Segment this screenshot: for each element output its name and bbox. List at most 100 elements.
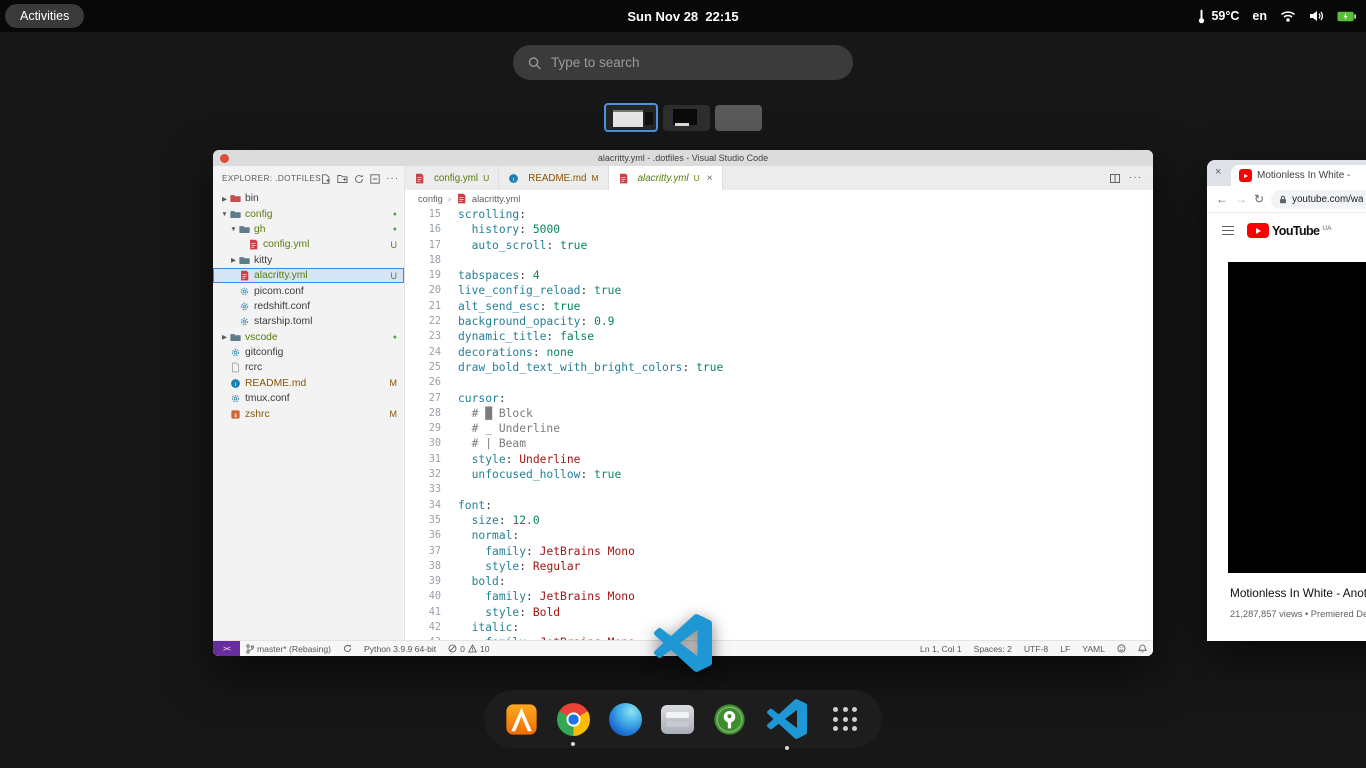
tree-item-rcrc[interactable]: rcrc bbox=[213, 360, 404, 375]
yaml-icon bbox=[239, 270, 250, 281]
code-line: 42 italic: bbox=[405, 620, 1153, 635]
youtube-country-badge: UA bbox=[1322, 225, 1331, 232]
git-branch-status[interactable]: master* (Rebasing) bbox=[240, 644, 337, 654]
tab-close-icon[interactable]: × bbox=[707, 173, 713, 184]
sync-button[interactable] bbox=[337, 644, 358, 653]
tree-item-redshift.conf[interactable]: redshift.conf bbox=[213, 299, 404, 314]
git-status-badge: ● bbox=[393, 334, 404, 341]
tree-item-label: gh bbox=[254, 224, 265, 235]
back-icon[interactable]: ← bbox=[1216, 192, 1228, 206]
editor-tab-README.md[interactable]: iREADME.mdM bbox=[499, 166, 608, 190]
tree-item-kitty[interactable]: ▶kitty bbox=[213, 253, 404, 268]
gear-icon bbox=[239, 316, 250, 327]
workspace-thumbnail[interactable] bbox=[663, 105, 710, 131]
shell-icon: $ bbox=[230, 409, 241, 420]
code-line: 16 history: 5000 bbox=[405, 222, 1153, 237]
breadcrumb-folder[interactable]: config bbox=[418, 194, 443, 204]
collapse-all-icon[interactable] bbox=[370, 174, 380, 184]
tree-item-label: gitconfig bbox=[245, 347, 283, 358]
workspace-window-preview bbox=[645, 112, 653, 125]
tree-item-gh[interactable]: ▼gh● bbox=[213, 222, 404, 237]
svg-text:$: $ bbox=[234, 413, 237, 419]
encoding-status[interactable]: UTF-8 bbox=[1018, 644, 1054, 654]
code-line: 40 family: JetBrains Mono bbox=[405, 589, 1153, 604]
editor-tab-config.yml[interactable]: config.ymlU bbox=[405, 166, 499, 190]
youtube-logo[interactable]: YouTube UA bbox=[1247, 223, 1331, 238]
workspace-thumbnail-active[interactable] bbox=[604, 103, 658, 132]
explorer-header: EXPLORER: .DOTFILES bbox=[222, 174, 321, 183]
tree-item-config.yml[interactable]: config.ymlU bbox=[213, 237, 404, 252]
dock-app-chrome[interactable] bbox=[554, 700, 592, 738]
window-close-button[interactable] bbox=[220, 154, 229, 163]
wifi-icon bbox=[1280, 10, 1296, 22]
gear-icon bbox=[230, 347, 241, 358]
chrome-window[interactable]: × Motionless In White - × ← → ↻ youtube.… bbox=[1207, 160, 1366, 641]
editor-more-actions-icon[interactable]: ··· bbox=[1129, 175, 1142, 181]
refresh-icon[interactable] bbox=[354, 174, 364, 184]
python-interpreter-status[interactable]: Python 3.9.9 64-bit bbox=[358, 644, 442, 654]
breadcrumb-file[interactable]: alacritty.yml bbox=[472, 194, 520, 204]
video-player[interactable] bbox=[1228, 262, 1366, 573]
system-status-area[interactable]: 59°C en bbox=[1197, 0, 1356, 32]
tree-item-gitconfig[interactable]: gitconfig bbox=[213, 345, 404, 360]
code-line: 33 bbox=[405, 482, 1153, 497]
chevron-right-icon[interactable]: ▶ bbox=[219, 333, 230, 341]
reload-icon[interactable]: ↻ bbox=[1254, 192, 1264, 206]
tree-item-alacritty.yml[interactable]: alacritty.ymlU bbox=[213, 268, 404, 283]
new-file-icon[interactable] bbox=[321, 174, 331, 184]
tree-item-starship.toml[interactable]: starship.toml bbox=[213, 314, 404, 329]
clock[interactable]: Sun Nov 28 22:15 bbox=[0, 0, 1366, 32]
search-input[interactable] bbox=[551, 55, 838, 70]
search-icon bbox=[528, 56, 541, 70]
dock-app-files[interactable] bbox=[658, 700, 696, 738]
code-line: 19tabspaces: 4 bbox=[405, 268, 1153, 283]
dock-app-keepassxc[interactable] bbox=[710, 700, 748, 738]
dock-app-edge[interactable] bbox=[606, 700, 644, 738]
chevron-down-icon[interactable]: ▼ bbox=[228, 226, 239, 233]
editor-tab-alacritty.yml[interactable]: alacritty.ymlU× bbox=[609, 166, 723, 190]
problems-status[interactable]: 0 10 bbox=[442, 644, 495, 654]
address-bar[interactable]: youtube.com/wa bbox=[1271, 190, 1366, 209]
feedback-button[interactable] bbox=[1111, 644, 1132, 653]
tree-item-vscode[interactable]: ▶vscode● bbox=[213, 330, 404, 345]
tree-item-picom.conf[interactable]: picom.conf bbox=[213, 283, 404, 298]
chevron-down-icon[interactable]: ▼ bbox=[219, 211, 230, 218]
dock-app-alacritty[interactable] bbox=[502, 700, 540, 738]
thermometer-icon bbox=[1197, 9, 1206, 24]
split-editor-icon[interactable] bbox=[1110, 174, 1120, 183]
more-actions-icon[interactable]: ··· bbox=[386, 176, 399, 182]
remote-indicator[interactable]: >< bbox=[213, 641, 240, 656]
tree-item-README.md[interactable]: iREADME.mdM bbox=[213, 376, 404, 391]
hamburger-menu-icon[interactable] bbox=[1222, 226, 1234, 236]
workspace-thumbnail-empty[interactable] bbox=[715, 105, 762, 131]
top-bar: Activities Sun Nov 28 22:15 59°C en bbox=[0, 0, 1366, 32]
dock-app-app-grid[interactable] bbox=[826, 700, 864, 738]
eol-status[interactable]: LF bbox=[1054, 644, 1076, 654]
chevron-right-icon[interactable]: ▶ bbox=[219, 195, 230, 203]
forward-icon[interactable]: → bbox=[1235, 192, 1247, 206]
info-icon: i bbox=[508, 173, 519, 184]
new-folder-icon[interactable] bbox=[337, 174, 348, 184]
tree-item-config[interactable]: ▼config● bbox=[213, 206, 404, 221]
tree-item-bin[interactable]: ▶bin bbox=[213, 191, 404, 206]
editor-lines[interactable]: 15scrolling:16 history: 500017 auto_scro… bbox=[405, 207, 1153, 640]
tree-item-zshrc[interactable]: $zshrcM bbox=[213, 406, 404, 421]
code-line: 39 bold: bbox=[405, 574, 1153, 589]
search-bar[interactable] bbox=[513, 45, 853, 80]
tree-item-tmux.conf[interactable]: tmux.conf bbox=[213, 391, 404, 406]
code-line: 25draw_bold_text_with_bright_colors: tru… bbox=[405, 360, 1153, 375]
cursor-position[interactable]: Ln 1, Col 1 bbox=[914, 644, 968, 654]
keyboard-layout-indicator[interactable]: en bbox=[1252, 9, 1267, 23]
vscode-logo-icon bbox=[767, 699, 807, 739]
browser-tab[interactable]: Motionless In White - × bbox=[1231, 165, 1366, 186]
language-mode[interactable]: YAML bbox=[1076, 644, 1111, 654]
indentation-status[interactable]: Spaces: 2 bbox=[968, 644, 1018, 654]
notifications-button[interactable] bbox=[1132, 644, 1153, 654]
code-line: 32 unfocused_hollow: true bbox=[405, 467, 1153, 482]
breadcrumb[interactable]: config › alacritty.yml bbox=[405, 190, 1153, 207]
chevron-right-icon[interactable]: ▶ bbox=[228, 256, 239, 264]
tab-close-icon[interactable]: × bbox=[1215, 167, 1221, 178]
tree-item-label: zshrc bbox=[245, 409, 270, 420]
vscode-window[interactable]: alacritty.yml - .dotfiles - Visual Studi… bbox=[213, 150, 1153, 656]
dock-app-vscode[interactable] bbox=[762, 696, 812, 742]
